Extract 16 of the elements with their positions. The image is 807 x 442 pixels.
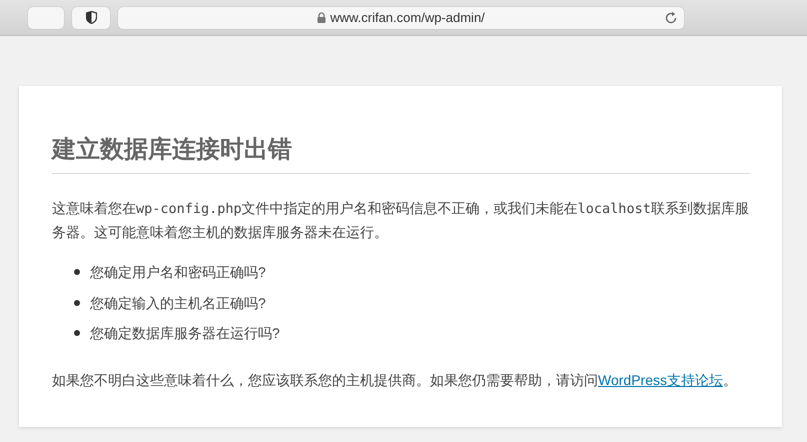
list-item: 您确定输入的主机名正确吗?	[90, 294, 266, 312]
bullet-icon	[74, 330, 80, 336]
shield-icon	[86, 11, 96, 24]
paragraph: 这意味着您在wp-config.php文件中指定的用户名和密码信息不正确，或我们未能在localhost联系到数据库服务器。这可能意味着您主机的数据库服务器未在运行。	[52, 199, 750, 242]
bullet-icon	[74, 300, 80, 306]
shield-button[interactable]	[72, 6, 110, 28]
forum-link[interactable]: WordPress支持论坛	[598, 372, 723, 388]
paragraph: 如果您不明白这些意味着什么，您应该联系您的主机提供商。如果您仍需要帮助，请访问WordPress支持论坛。	[52, 371, 738, 390]
reload-icon[interactable]	[664, 10, 678, 24]
page-title: 建立数据库连接时出错	[52, 133, 750, 174]
list-item: 您确定用户名和密码正确吗?	[90, 263, 266, 282]
bullet-icon	[74, 269, 80, 275]
url-text: www.crifan.com/wp-admin/	[330, 10, 485, 25]
address-bar[interactable]: www.crifan.com/wp-admin/	[118, 6, 684, 28]
list-item: 您确定数据库服务器在运行吗?	[90, 324, 280, 343]
lock-icon	[317, 12, 326, 23]
